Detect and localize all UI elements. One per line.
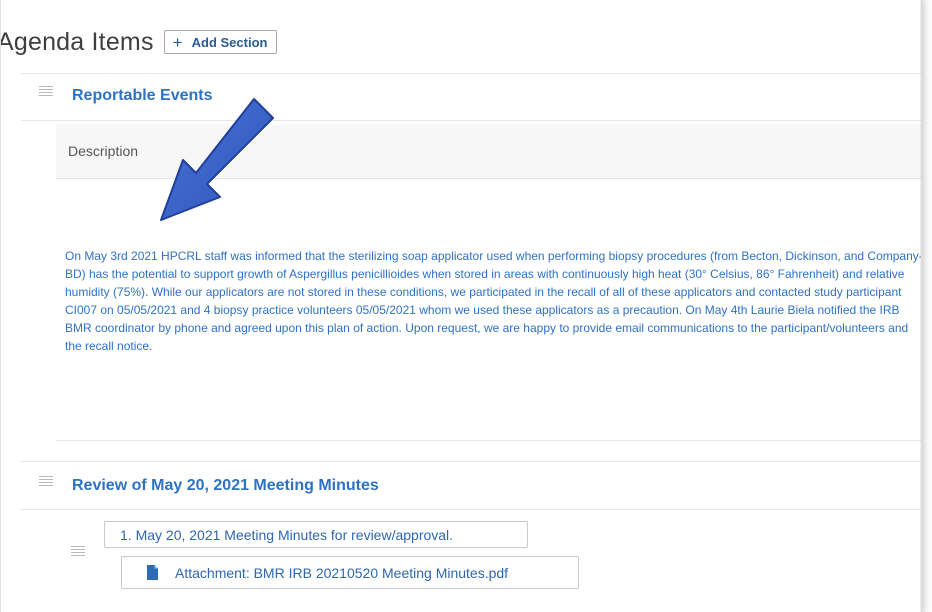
file-icon xyxy=(147,565,158,580)
drag-handle-icon[interactable] xyxy=(39,86,53,98)
drag-handle-icon[interactable] xyxy=(39,476,53,488)
attachment-label: Attachment: BMR IRB 20210520 Meeting Min… xyxy=(175,564,509,581)
window-edge-shadow xyxy=(920,0,932,612)
attachment-link[interactable]: Attachment: BMR IRB 20210520 Meeting Min… xyxy=(121,556,579,589)
add-section-label: Add Section xyxy=(191,34,268,50)
divider xyxy=(21,509,921,510)
section-title-meeting-minutes[interactable]: Review of May 20, 2021 Meeting Minutes xyxy=(72,477,379,495)
plus-icon: + xyxy=(172,32,183,52)
divider xyxy=(21,73,921,74)
description-text: On May 3rd 2021 HPCRL staff was informed… xyxy=(65,249,922,353)
page-title: Agenda Items xyxy=(0,27,154,56)
agenda-item-label: 1. May 20, 2021 Meeting Minutes for revi… xyxy=(120,526,454,543)
divider xyxy=(56,440,921,441)
agenda-item[interactable]: 1. May 20, 2021 Meeting Minutes for revi… xyxy=(104,521,528,548)
divider xyxy=(21,461,921,462)
description-label: Description xyxy=(68,143,139,159)
item-drag-handle-icon[interactable] xyxy=(71,546,85,558)
add-section-button[interactable]: + Add Section xyxy=(163,30,278,54)
page-header: Agenda Items + Add Section xyxy=(0,22,278,62)
arrow-annotation xyxy=(160,98,274,221)
agenda-panel: Agenda Items + Add Section Reportable Ev… xyxy=(0,0,922,612)
